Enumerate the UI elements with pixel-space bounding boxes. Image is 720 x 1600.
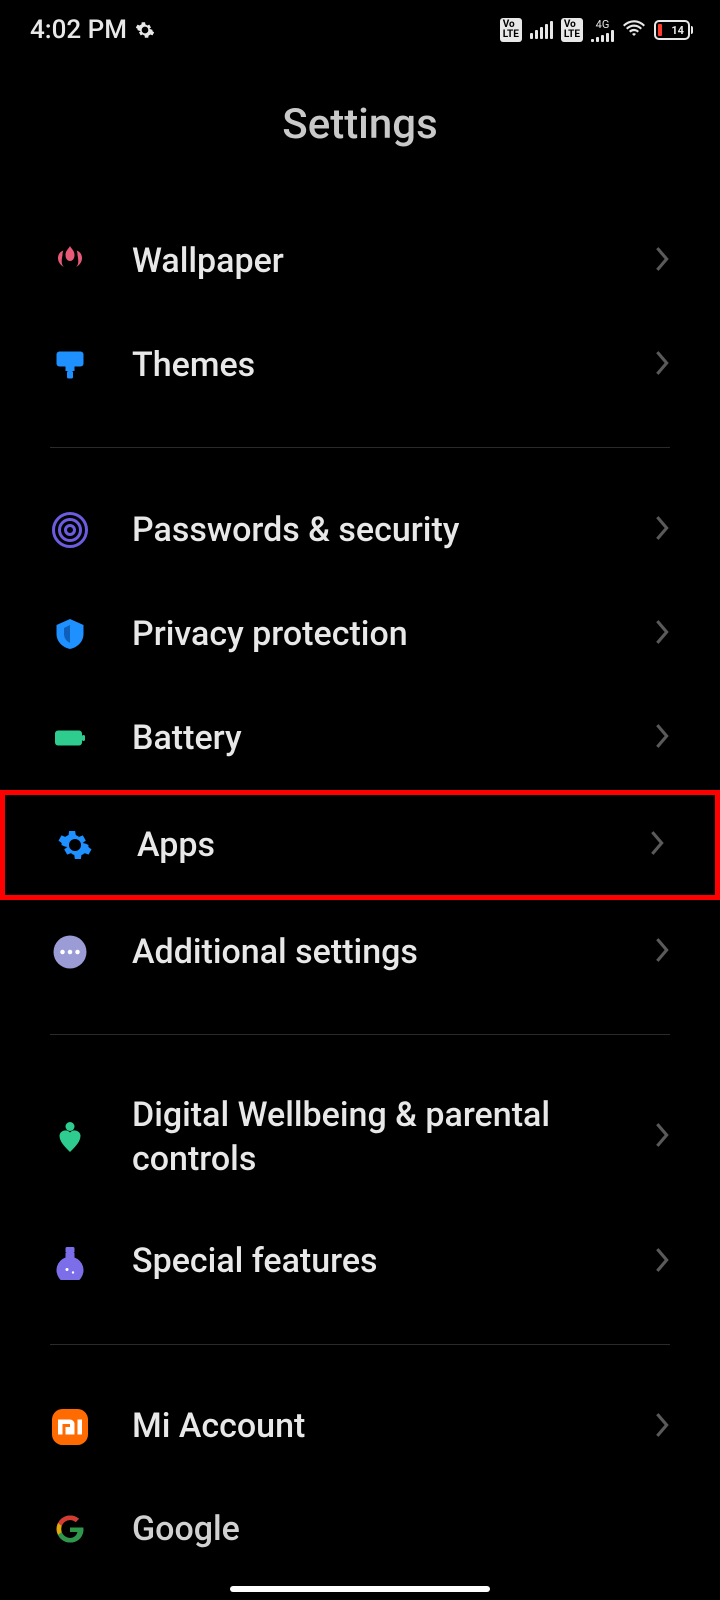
chevron-right-icon	[654, 245, 670, 277]
item-label: Google	[132, 1507, 670, 1551]
chevron-right-icon	[654, 1246, 670, 1278]
item-label: Wallpaper	[132, 239, 654, 283]
item-label: Battery	[132, 716, 654, 760]
settings-item-privacy[interactable]: Privacy protection	[0, 582, 720, 686]
divider	[50, 447, 670, 448]
gear-icon	[135, 20, 155, 40]
chevron-right-icon	[654, 1411, 670, 1443]
status-time: 4:02 PM	[30, 15, 127, 45]
status-bar: 4:02 PM VoLTE VoLTE 4G 14	[0, 0, 720, 60]
chevron-right-icon	[654, 722, 670, 754]
chevron-right-icon	[654, 936, 670, 968]
item-label: Digital Wellbeing & parental controls	[132, 1093, 654, 1181]
battery-level: 14	[671, 24, 684, 37]
google-logo-icon	[50, 1509, 90, 1549]
divider	[50, 1344, 670, 1345]
item-label: Special features	[132, 1239, 654, 1283]
divider	[50, 1034, 670, 1035]
chevron-right-icon	[654, 349, 670, 381]
settings-item-passwords[interactable]: Passwords & security	[0, 478, 720, 582]
volte-icon-1: VoLTE	[500, 18, 522, 42]
settings-item-apps[interactable]: Apps	[0, 790, 720, 900]
battery-setting-icon	[50, 718, 90, 758]
chevron-right-icon	[654, 618, 670, 650]
tulip-icon	[50, 241, 90, 281]
settings-item-special[interactable]: Special features	[0, 1210, 720, 1314]
item-label: Themes	[132, 343, 654, 387]
brush-icon	[50, 345, 90, 385]
mi-logo-icon	[50, 1407, 90, 1447]
status-left: 4:02 PM	[30, 15, 155, 45]
settings-item-wellbeing[interactable]: Digital Wellbeing & parental controls	[0, 1065, 720, 1209]
settings-item-miaccount[interactable]: Mi Account	[0, 1375, 720, 1479]
status-right: VoLTE VoLTE 4G 14	[500, 16, 690, 44]
item-label: Privacy protection	[132, 612, 654, 656]
dots-icon	[50, 932, 90, 972]
settings-item-battery[interactable]: Battery	[0, 686, 720, 790]
volte-icon-2: VoLTE	[561, 18, 583, 42]
settings-item-wallpaper[interactable]: Wallpaper	[0, 209, 720, 313]
gear-apps-icon	[55, 825, 95, 865]
person-heart-icon	[50, 1117, 90, 1157]
settings-item-google[interactable]: Google	[0, 1479, 720, 1551]
signal-icon-1	[530, 21, 553, 39]
shield-icon	[50, 614, 90, 654]
signal-icon-2	[591, 30, 614, 42]
item-label: Mi Account	[132, 1404, 654, 1448]
fingerprint-icon	[50, 510, 90, 550]
home-indicator[interactable]	[230, 1586, 490, 1592]
chevron-right-icon	[654, 514, 670, 546]
settings-item-additional[interactable]: Additional settings	[0, 900, 720, 1004]
settings-item-themes[interactable]: Themes	[0, 313, 720, 417]
flask-icon	[50, 1242, 90, 1282]
settings-list: Wallpaper Themes Passwords & security	[0, 209, 720, 1551]
item-label: Passwords & security	[132, 508, 654, 552]
item-label: Apps	[137, 823, 649, 867]
network-type: 4G	[596, 19, 610, 30]
wifi-icon	[622, 16, 646, 44]
page-title: Settings	[0, 60, 720, 209]
chevron-right-icon	[654, 1121, 670, 1153]
chevron-right-icon	[649, 829, 665, 861]
battery-icon: 14	[654, 20, 690, 40]
item-label: Additional settings	[132, 930, 654, 974]
